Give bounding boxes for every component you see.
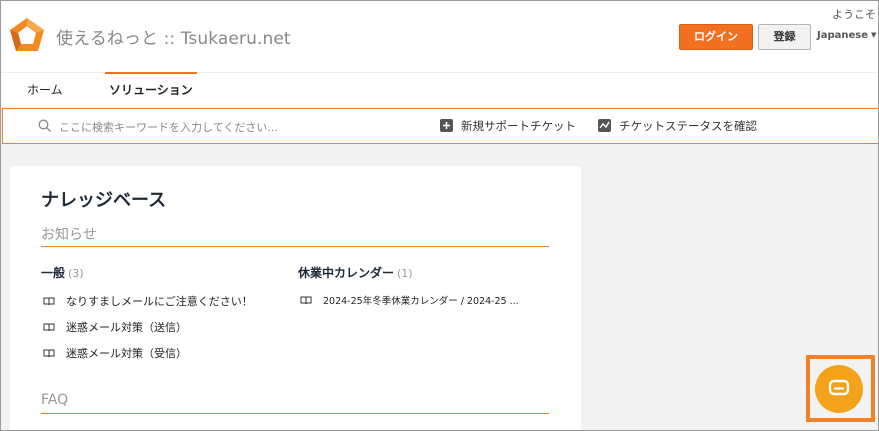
- tab-solutions[interactable]: ソリューション: [105, 72, 197, 108]
- category-name: 一般: [41, 266, 66, 280]
- site-title[interactable]: 使えるねっと :: Tsukaeru.net: [56, 24, 291, 49]
- login-button[interactable]: ログイン: [679, 24, 753, 50]
- new-ticket-link[interactable]: 新規サポートチケット: [440, 109, 576, 145]
- article-title: 迷惑メール対策（送信）: [66, 321, 187, 334]
- article-link[interactable]: 2024-25年冬季休業カレンダー / 2024-25 ...: [300, 293, 519, 307]
- category-holiday-calendar[interactable]: 休業中カレンダー (1): [298, 264, 413, 281]
- book-icon: [43, 323, 55, 332]
- article-title: 2024-25年冬季休業カレンダー / 2024-25 ...: [323, 296, 519, 307]
- main-nav: ホーム ソリューション: [0, 72, 879, 107]
- search-bar: 新規サポートチケット チケットステータスを確認: [2, 108, 879, 144]
- welcome-text: ようこそ: [832, 8, 876, 21]
- section-title-news[interactable]: お知らせ: [41, 224, 97, 244]
- article-link[interactable]: なりすましメールにご注意ください！: [43, 293, 253, 309]
- book-icon: [43, 349, 55, 358]
- book-icon: [43, 297, 55, 306]
- category-count: (3): [68, 267, 84, 280]
- category-general[interactable]: 一般 (3): [41, 264, 84, 281]
- article-title: 迷惑メール対策（受信）: [66, 347, 187, 360]
- register-button[interactable]: 登録: [758, 24, 811, 50]
- category-count: (1): [397, 267, 413, 280]
- caret-down-icon: ▼: [871, 31, 877, 39]
- chat-button[interactable]: [815, 365, 863, 413]
- header: 使えるねっと :: Tsukaeru.net ようこそ ログイン 登録 Japa…: [0, 0, 879, 72]
- section-title-faq[interactable]: FAQ: [41, 392, 68, 408]
- language-selector[interactable]: Japanese ▼: [817, 30, 876, 41]
- new-ticket-label: 新規サポートチケット: [461, 119, 576, 133]
- logo-icon[interactable]: [7, 16, 47, 56]
- article-link[interactable]: 迷惑メール対策（受信）: [43, 345, 187, 361]
- language-label: Japanese: [817, 30, 869, 41]
- plus-icon: [440, 119, 453, 132]
- search-icon: [38, 119, 51, 132]
- search-input[interactable]: [59, 117, 399, 137]
- section-divider: [41, 413, 549, 414]
- article-link[interactable]: 迷惑メール対策（送信）: [43, 319, 187, 335]
- check-ticket-status-label: チケットステータスを確認: [619, 119, 757, 133]
- status-chart-icon: [598, 119, 611, 132]
- book-icon: [300, 296, 312, 305]
- chat-bubble-icon: [828, 379, 850, 396]
- category-name: 休業中カレンダー: [298, 266, 395, 280]
- check-ticket-status-link[interactable]: チケットステータスを確認: [598, 109, 757, 145]
- knowledge-base-card: ナレッジベース お知らせ 一般 (3) なりすましメールにご注意ください！ 迷惑メ…: [10, 166, 581, 431]
- knowledge-base-title: ナレッジベース: [41, 190, 167, 211]
- article-title: なりすましメールにご注意ください！: [66, 295, 253, 308]
- tab-home[interactable]: ホーム: [27, 73, 63, 108]
- section-divider: [41, 246, 549, 247]
